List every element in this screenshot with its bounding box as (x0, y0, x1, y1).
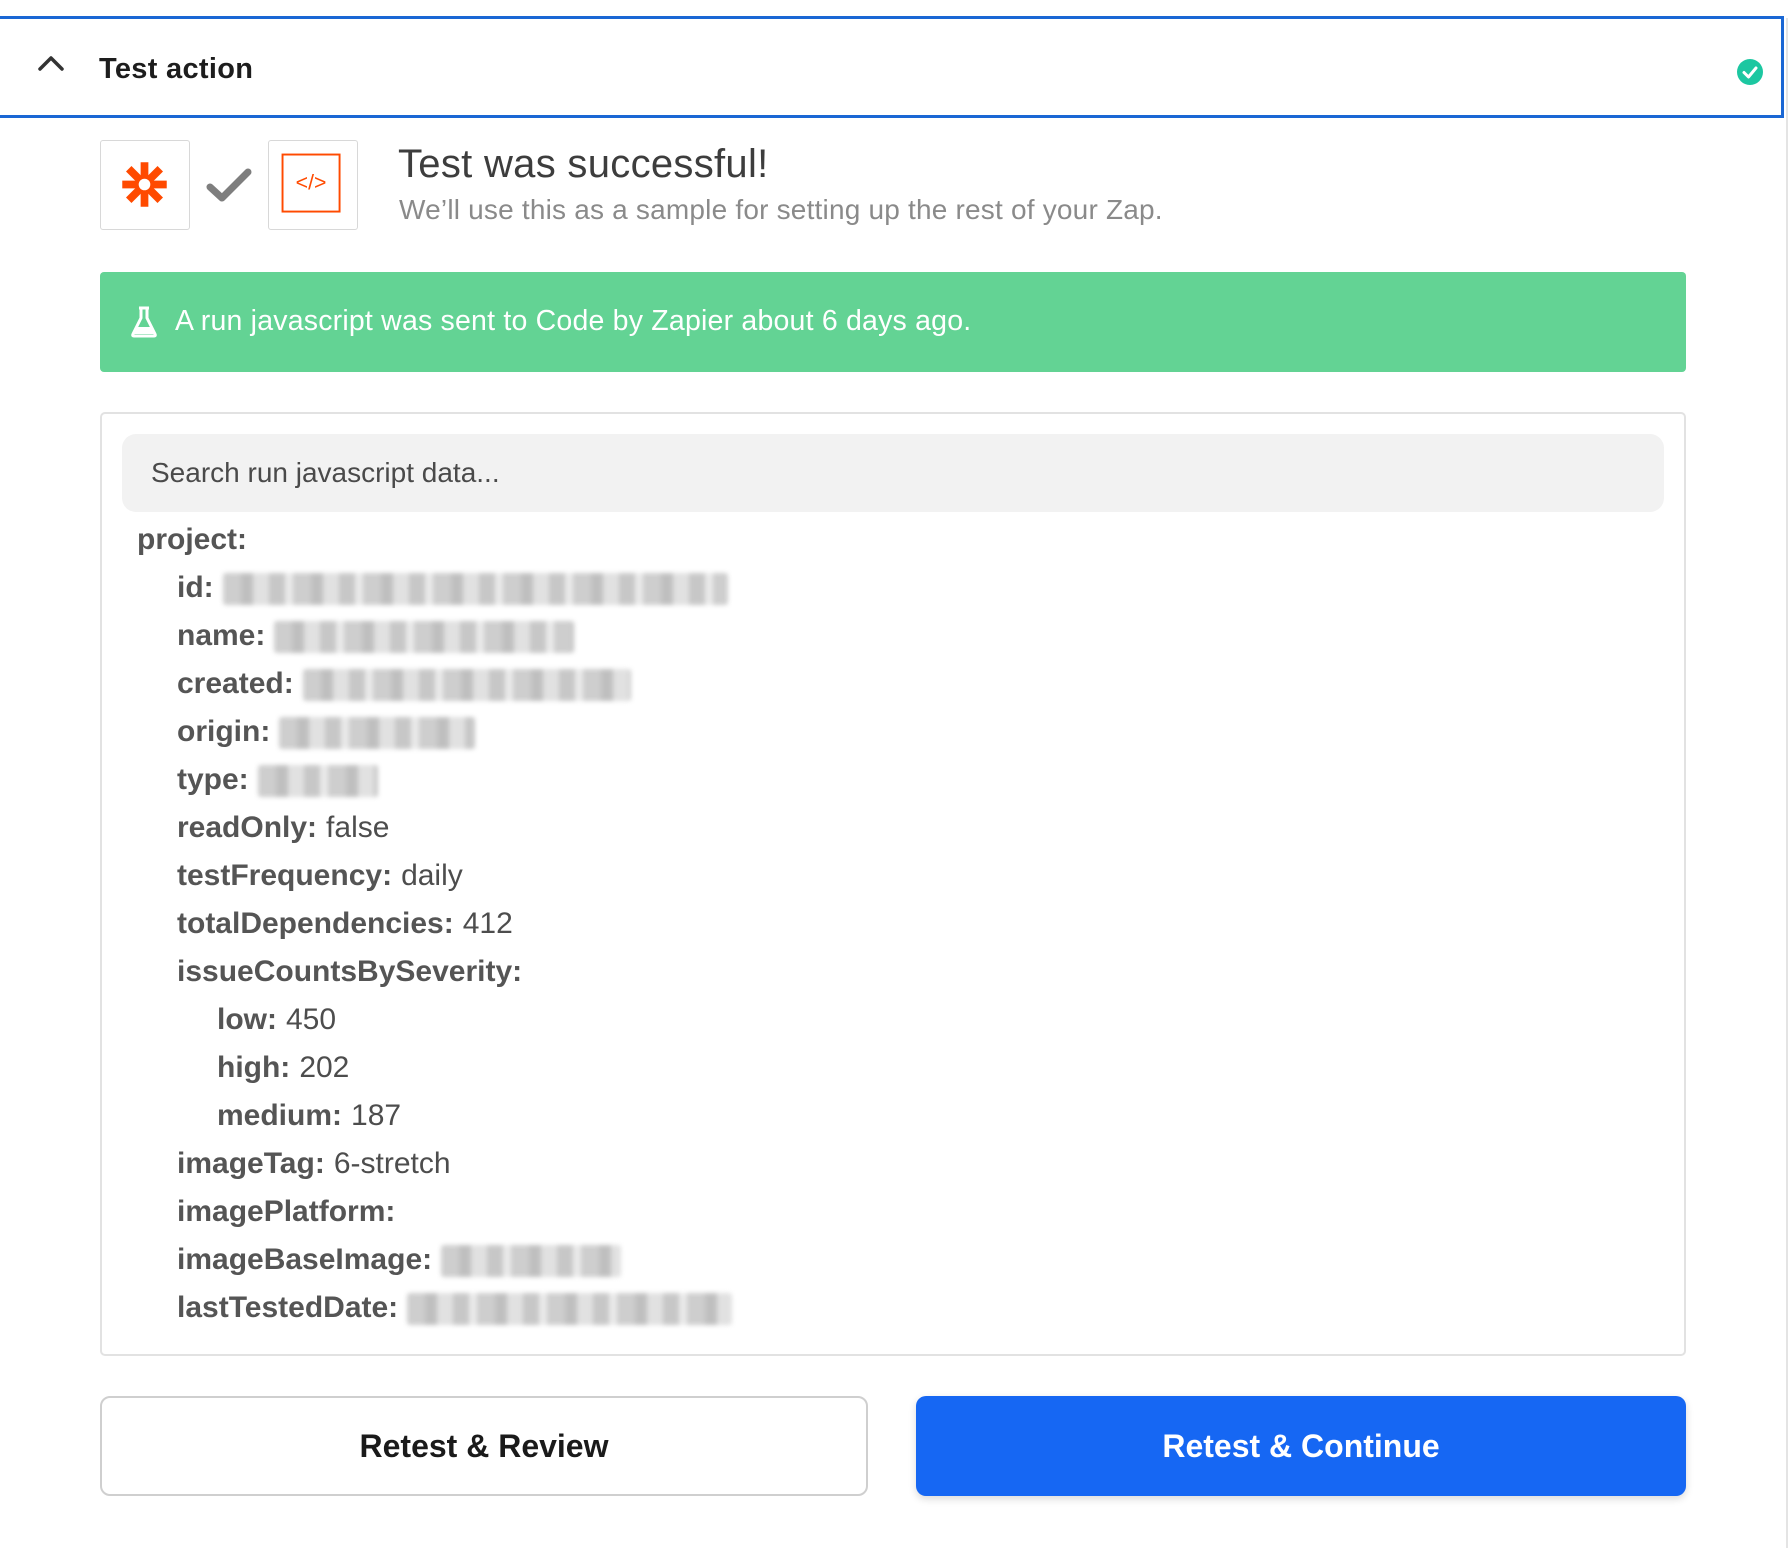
tree-row: type: (177, 760, 378, 800)
retest-continue-button[interactable]: Retest & Continue (916, 1396, 1686, 1496)
tree-value: 187 (351, 1099, 402, 1132)
redacted-value (222, 573, 728, 606)
tree-row: imagePlatform: (177, 1192, 395, 1232)
code-icon-glyph: </> (296, 170, 327, 194)
tree-key: totalDependencies: (177, 907, 454, 940)
test-action-header[interactable]: Test action (0, 16, 1784, 118)
test-action-panel: Test action </> Test was successful! We’… (0, 0, 1790, 1548)
tree-root-row: project: (137, 520, 247, 560)
tree-row: lastTestedDate: (177, 1288, 733, 1328)
flask-icon (131, 306, 157, 338)
tree-value: 6-stretch (333, 1147, 451, 1180)
zapier-asterisk-icon (122, 162, 167, 207)
redacted-value (274, 621, 575, 654)
zapier-app-tile (100, 140, 190, 230)
redacted-value (302, 669, 631, 702)
tree-value: false (326, 811, 390, 844)
tree-row: totalDependencies: 412 (177, 904, 513, 944)
tree-key: high: (217, 1051, 291, 1084)
tree-value: 202 (299, 1051, 350, 1084)
tree-value: daily (401, 859, 463, 892)
chevron-up-icon[interactable] (36, 49, 66, 79)
tree-row: high: 202 (217, 1048, 349, 1088)
tree-row: name: (177, 616, 575, 656)
tree-key: name: (177, 619, 266, 652)
sample-data-panel: project: id: name: created: origin: type: read… (100, 412, 1686, 1356)
tree-key: origin: (177, 715, 271, 748)
tree-key: lastTestedDate: (177, 1291, 399, 1324)
code-brackets-icon: </> (281, 153, 341, 213)
redacted-value (257, 765, 378, 798)
success-title: Test was successful! (398, 142, 769, 186)
redacted-value (279, 717, 476, 750)
tree-value: 450 (286, 1003, 337, 1036)
tree-key: id: (177, 571, 214, 604)
test-info-banner: A run javascript was sent to Code by Zap… (100, 272, 1686, 372)
tree-key: type: (177, 763, 249, 796)
redacted-value (407, 1293, 733, 1326)
data-tree: project: id: name: created: origin: type: read… (102, 414, 1684, 1354)
tree-row: low: 450 (217, 1000, 336, 1040)
checkmark-icon (206, 168, 252, 202)
tree-key: imagePlatform: (177, 1195, 396, 1228)
tree-key: testFrequency: (177, 859, 393, 892)
tree-row: created: (177, 664, 631, 704)
code-app-tile: </> (268, 140, 358, 230)
section-title: Test action (99, 53, 254, 85)
tree-row: readOnly: false (177, 808, 389, 848)
tree-row: imageTag: 6-stretch (177, 1144, 451, 1184)
tree-row: imageBaseImage: (177, 1240, 622, 1280)
redacted-value (441, 1245, 622, 1278)
tree-key: readOnly: (177, 811, 318, 844)
panel-edge-divider (1786, 18, 1788, 1548)
tree-key: medium: (217, 1099, 343, 1132)
check-circle-icon (1737, 59, 1763, 85)
tree-row: testFrequency: daily (177, 856, 463, 896)
tree-value: 412 (462, 907, 513, 940)
tree-key: created: (177, 667, 294, 700)
success-subtitle: We’ll use this as a sample for setting u… (399, 194, 1163, 225)
tree-key: project: (137, 523, 248, 556)
tree-row: origin: (177, 712, 476, 752)
tree-key: issueCountsBySeverity: (177, 955, 523, 988)
tree-row: medium: 187 (217, 1096, 401, 1136)
tree-key: imageTag: (177, 1147, 325, 1180)
banner-text: A run javascript was sent to Code by Zap… (175, 305, 972, 337)
tree-key: imageBaseImage: (177, 1243, 433, 1276)
retest-review-button[interactable]: Retest & Review (100, 1396, 868, 1496)
tree-row: id: (177, 568, 728, 608)
tree-key: low: (217, 1003, 277, 1036)
tree-row: issueCountsBySeverity: (177, 952, 522, 992)
